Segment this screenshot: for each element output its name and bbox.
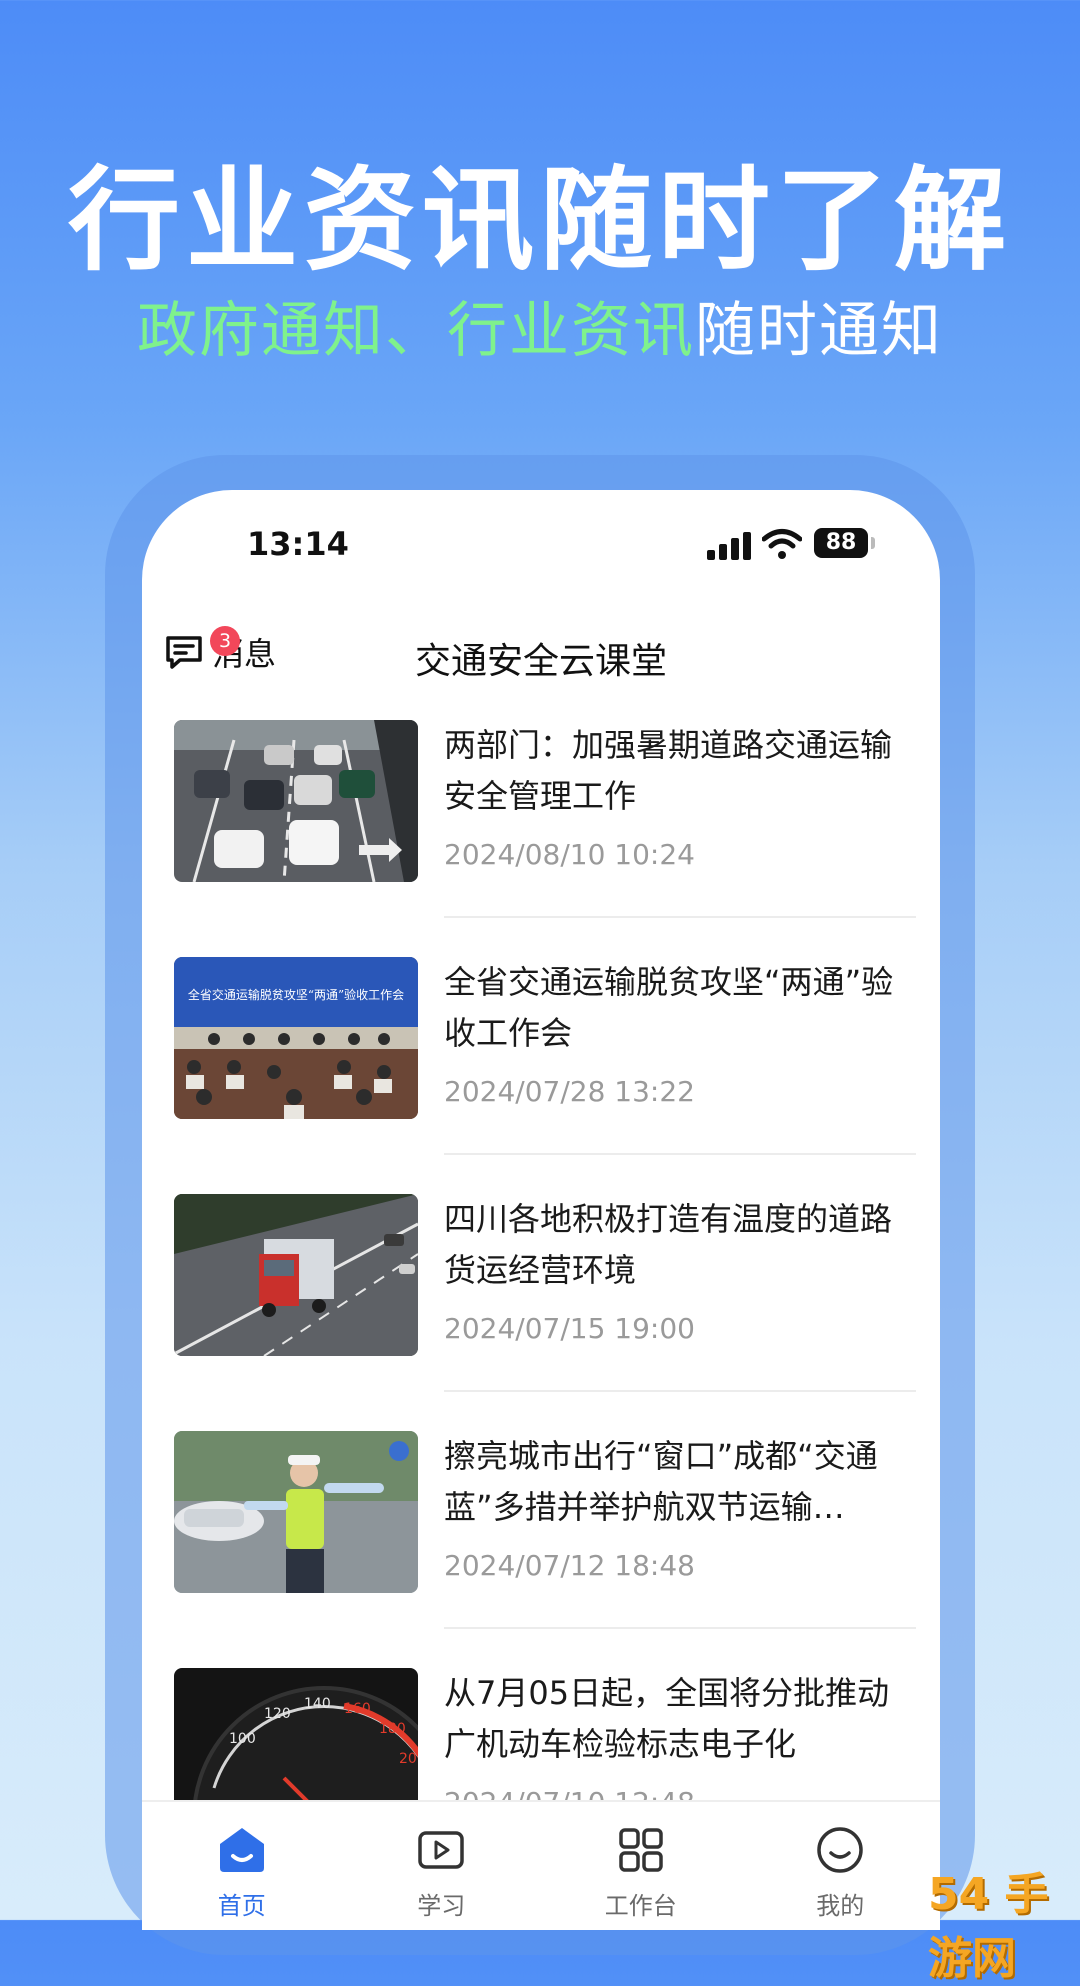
tab-me-label: 我的 bbox=[816, 1892, 865, 1920]
status-bar: 13:14 88 bbox=[142, 490, 940, 600]
tab-me[interactable]: 我的 bbox=[741, 1802, 941, 1930]
news-thumbnail bbox=[174, 720, 418, 882]
meeting-banner-text: 全省交通运输脱贫攻坚“两通”验收工作会 bbox=[188, 987, 404, 1002]
svg-text:140: 140 bbox=[304, 1696, 331, 1712]
svg-text:180: 180 bbox=[379, 1721, 406, 1737]
wifi-icon bbox=[762, 529, 802, 559]
tab-study[interactable]: 学习 bbox=[342, 1802, 542, 1930]
signal-icon bbox=[707, 532, 751, 560]
promo-subline-green: 政府通知、行业资讯 bbox=[137, 296, 695, 366]
news-title: 四川各地积极打造有温度的道路货运经营环境 bbox=[444, 1200, 893, 1289]
divider bbox=[444, 1153, 916, 1155]
divider bbox=[444, 916, 916, 918]
news-title: 从7月05日起，全国将分批推动广机动车检验标志电子化 bbox=[444, 1674, 890, 1763]
news-date: 2024/07/12 18:48 bbox=[444, 1549, 695, 1582]
news-thumbnail bbox=[174, 1194, 418, 1356]
news-item[interactable]: 两部门：加强暑期道路交通运输安全管理工作 2024/08/10 10:24 bbox=[142, 720, 940, 957]
news-item[interactable]: 四川各地积极打造有温度的道路货运经营环境 2024/07/15 19:00 bbox=[142, 1194, 940, 1431]
promo-subline: 政府通知、行业资讯随时通知 bbox=[0, 282, 1080, 369]
watermark-logo: 54 手游网 bbox=[928, 1869, 1049, 1984]
battery-indicator: 88 bbox=[814, 528, 868, 558]
news-date: 2024/08/10 10:24 bbox=[444, 838, 695, 871]
tab-home-label: 首页 bbox=[217, 1892, 266, 1920]
news-item[interactable]: 全省交通运输脱贫攻坚“两通”验收工作会 全省交通运输脱贫攻坚“两通”验收工作会 … bbox=[142, 957, 940, 1194]
news-date: 2024/07/15 19:00 bbox=[444, 1312, 695, 1345]
page-title: 交通安全云课堂 bbox=[414, 641, 667, 682]
news-title: 全省交通运输脱贫攻坚“两通”验收工作会 bbox=[444, 963, 894, 1052]
divider bbox=[444, 1390, 916, 1392]
svg-text:100: 100 bbox=[229, 1731, 256, 1747]
news-title: 擦亮城市出行“窗口”成都“交通蓝”多措并举护航双节运输… bbox=[444, 1437, 878, 1526]
news-item[interactable]: 擦亮城市出行“窗口”成都“交通蓝”多措并举护航双节运输… 2024/07/12 … bbox=[142, 1431, 940, 1668]
smile-icon bbox=[817, 1827, 863, 1873]
grid-icon bbox=[619, 1828, 663, 1872]
battery-tip bbox=[871, 537, 875, 549]
svg-text:200: 200 bbox=[399, 1751, 418, 1767]
svg-text:160: 160 bbox=[344, 1701, 371, 1717]
tab-study-label: 学习 bbox=[417, 1892, 466, 1920]
svg-text:120: 120 bbox=[264, 1706, 291, 1722]
news-thumbnail: 全省交通运输脱贫攻坚“两通”验收工作会 bbox=[174, 957, 418, 1119]
news-thumbnail bbox=[174, 1431, 418, 1593]
promo-subline-white: 随时通知 bbox=[695, 296, 943, 366]
status-time: 13:14 bbox=[247, 525, 349, 563]
phone-screen: 13:14 88 3 消息 交通安全云课堂 两部门：加强暑期道路交通运输安全管理… bbox=[142, 490, 940, 1930]
home-icon bbox=[219, 1828, 264, 1872]
tab-workbench[interactable]: 工作台 bbox=[541, 1802, 741, 1930]
promo-headline: 行业资讯随时了解 bbox=[68, 156, 1012, 286]
news-date: 2024/07/28 13:22 bbox=[444, 1075, 695, 1108]
tab-workbench-label: 工作台 bbox=[604, 1892, 677, 1920]
news-list: 两部门：加强暑期道路交通运输安全管理工作 2024/08/10 10:24 全省… bbox=[142, 720, 940, 1905]
bottom-tabbar: 首页 学习 工作台 我的 bbox=[142, 1800, 940, 1930]
news-title: 两部门：加强暑期道路交通运输安全管理工作 bbox=[444, 726, 893, 815]
divider bbox=[444, 1627, 916, 1629]
top-nav: 3 消息 交通安全云课堂 bbox=[142, 600, 940, 700]
tab-home[interactable]: 首页 bbox=[142, 1802, 342, 1930]
play-icon bbox=[418, 1831, 464, 1869]
